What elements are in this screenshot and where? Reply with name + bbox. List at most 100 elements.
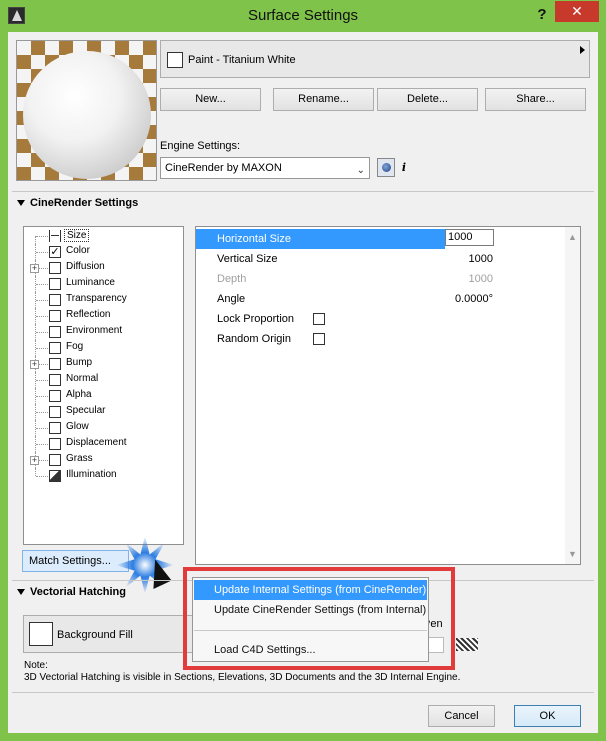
expand-plus-icon[interactable]: + [30, 360, 39, 369]
tree-item-label: Glow [66, 421, 89, 432]
property-lock-proportion[interactable]: Lock Proportion [196, 309, 567, 329]
menu-item-update-internal[interactable]: Update Internal Settings (from CineRende… [194, 580, 427, 600]
tree-item-label: Environment [66, 325, 123, 336]
checkbox[interactable] [49, 358, 61, 370]
window-title: Surface Settings [247, 7, 359, 24]
checkbox[interactable] [49, 454, 61, 466]
tree-item-illumination[interactable]: Illumination [24, 468, 182, 484]
tree-item-diffusion[interactable]: + Diffusion [24, 260, 182, 276]
property-label: Vertical Size [217, 253, 278, 265]
collapse-triangle-icon [17, 200, 25, 206]
tree-item-normal[interactable]: Normal [24, 372, 182, 388]
checkbox[interactable] [49, 342, 61, 354]
tree-item-fog[interactable]: Fog [24, 340, 182, 356]
surface-swatch [167, 52, 183, 68]
help-button[interactable]: ? [530, 4, 554, 26]
checkbox[interactable] [49, 438, 61, 450]
checkbox[interactable] [49, 278, 61, 290]
expand-plus-icon[interactable]: + [30, 456, 39, 465]
collapse-triangle-icon [17, 589, 25, 595]
match-settings-button[interactable]: Match Settings... [22, 550, 129, 572]
tree-item-label: Diffusion [66, 261, 105, 272]
tree-item-label: Color [66, 245, 90, 256]
illumination-icon [49, 470, 61, 482]
property-horizontal-size[interactable]: Horizontal Size [196, 229, 445, 249]
tree-item-displacement[interactable]: Displacement [24, 436, 182, 452]
scroll-up-icon[interactable]: ▲ [568, 232, 577, 242]
tree-item-glow[interactable]: Glow [24, 420, 182, 436]
info-icon[interactable]: i [397, 158, 411, 177]
checkbox-checked[interactable]: ✓ [49, 246, 61, 258]
close-button[interactable]: ✕ [555, 1, 599, 22]
tree-item-grass[interactable]: + Grass [24, 452, 182, 468]
tree-item-specular[interactable]: Specular [24, 404, 182, 420]
tree-item-bump[interactable]: + Bump [24, 356, 182, 372]
properties-scrollbar[interactable]: ▲ ▼ [565, 227, 580, 564]
tree-line [36, 236, 48, 237]
engine-select[interactable]: CineRender by MAXON ⌄ [160, 157, 370, 179]
property-value: 0.0000° [454, 293, 493, 305]
note-text: 3D Vectorial Hatching is visible in Sect… [24, 672, 461, 683]
checkbox[interactable] [49, 422, 61, 434]
tree-item-environment[interactable]: Environment [24, 324, 182, 340]
delete-button[interactable]: Delete... [377, 88, 478, 111]
tree-line [35, 468, 36, 476]
tree-item-size[interactable]: Size [24, 228, 182, 244]
ok-button[interactable]: OK [514, 705, 581, 727]
scroll-down-icon[interactable]: ▼ [568, 549, 577, 559]
property-depth: Depth 1000 [196, 269, 567, 289]
surface-settings-window: Surface Settings ? ✕ Paint - Titanium Wh… [0, 0, 606, 741]
property-label: Lock Proportion [217, 313, 295, 325]
properties-grid: Horizontal Size 1000 Vertical Size 1000 … [195, 226, 581, 565]
tree-item-alpha[interactable]: Alpha [24, 388, 182, 404]
checkbox[interactable] [49, 262, 61, 274]
menu-item-update-cinerender[interactable]: Update CineRender Settings (from Interna… [194, 600, 427, 620]
property-angle[interactable]: Angle 0.0000° [196, 289, 567, 309]
tree-item-color[interactable]: ✓ Color [24, 244, 182, 260]
horizontal-size-input[interactable]: 1000 [445, 229, 494, 246]
match-settings-menu: Update Internal Settings (from CineRende… [192, 577, 429, 662]
material-preview [16, 40, 157, 181]
new-button[interactable]: New... [160, 88, 261, 111]
surface-arrow-icon[interactable] [580, 46, 585, 54]
tree-line [36, 284, 48, 285]
property-vertical-size[interactable]: Vertical Size 1000 [196, 249, 567, 269]
checkbox[interactable] [49, 406, 61, 418]
tree-item-luminance[interactable]: Luminance [24, 276, 182, 292]
surface-picker[interactable]: Paint - Titanium White [160, 40, 590, 78]
cancel-button[interactable]: Cancel [428, 705, 495, 727]
checkbox[interactable] [49, 390, 61, 402]
property-value: 1000 [468, 253, 493, 265]
tree-item-label: Size [64, 229, 90, 242]
random-origin-checkbox[interactable] [313, 333, 325, 345]
title-bar[interactable]: Surface Settings ? ✕ [0, 0, 606, 32]
menu-item-load-c4d[interactable]: Load C4D Settings... [194, 640, 427, 660]
tree-line [36, 300, 48, 301]
tree-item-label: Luminance [66, 277, 115, 288]
tree-line [36, 476, 48, 477]
engine-settings-label: Engine Settings: [160, 140, 241, 152]
section-title: Vectorial Hatching [30, 586, 126, 598]
expand-plus-icon[interactable]: + [30, 264, 39, 273]
share-button[interactable]: Share... [485, 88, 586, 111]
pen-color-swatch[interactable] [456, 638, 478, 651]
channel-tree: Size ✓ Color + Diffusion Luminance Trans… [23, 226, 184, 545]
rename-button[interactable]: Rename... [273, 88, 374, 111]
tree-item-transparency[interactable]: Transparency [24, 292, 182, 308]
checkbox[interactable] [49, 294, 61, 306]
size-icon [49, 230, 61, 242]
tree-line [36, 412, 48, 413]
tree-item-label: Normal [66, 373, 99, 384]
property-value: 1000 [468, 273, 493, 285]
checkbox[interactable] [49, 374, 61, 386]
tree-item-reflection[interactable]: Reflection [24, 308, 182, 324]
render-engine-icon[interactable] [377, 158, 395, 177]
lock-proportion-checkbox[interactable] [313, 313, 325, 325]
footer-divider [12, 692, 594, 693]
cinerender-settings-header[interactable]: CineRender Settings [12, 191, 594, 213]
property-random-origin[interactable]: Random Origin [196, 329, 567, 349]
checkbox[interactable] [49, 326, 61, 338]
tree-line [36, 444, 48, 445]
checkbox[interactable] [49, 310, 61, 322]
chevron-down-icon: ⌄ [356, 165, 365, 176]
